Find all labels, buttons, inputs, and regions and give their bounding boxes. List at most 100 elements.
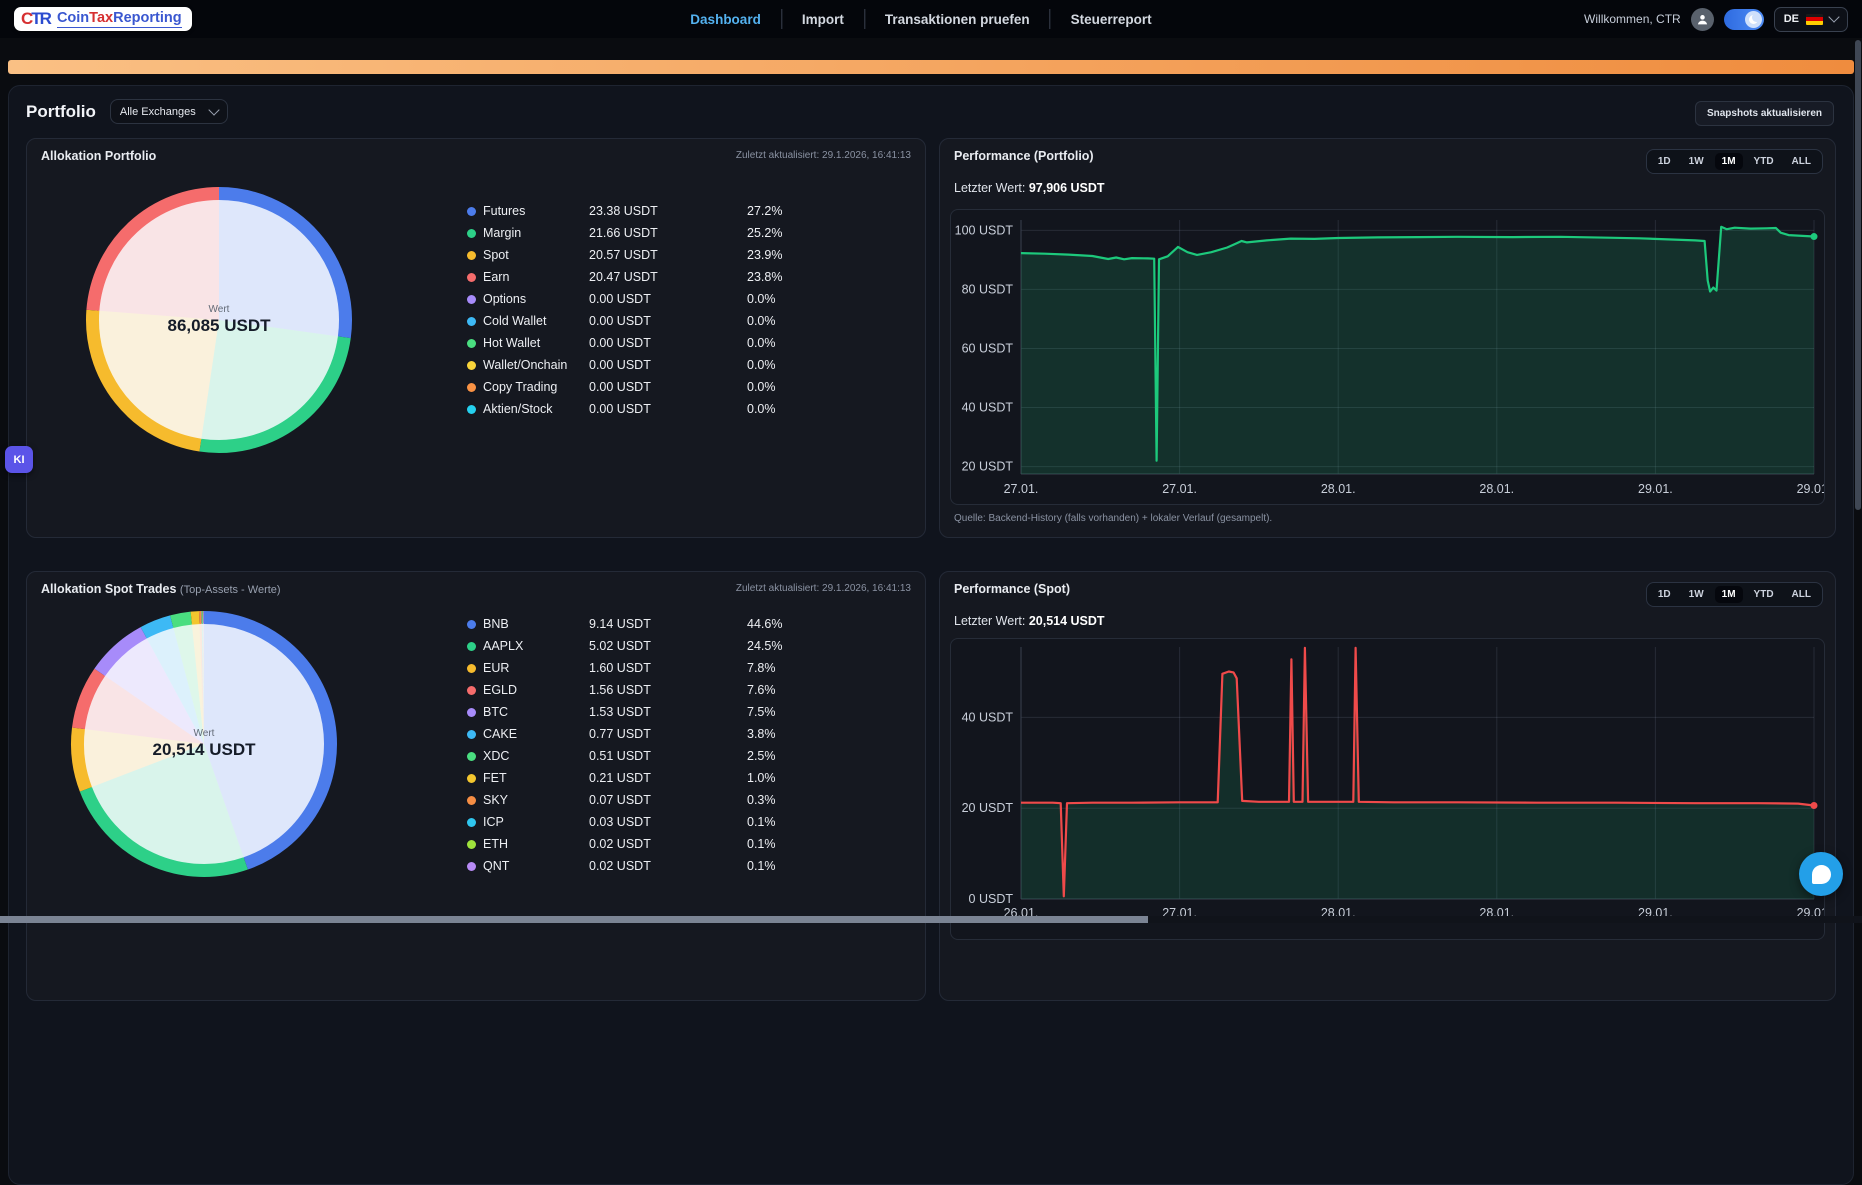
chat-widget-button[interactable]	[1799, 852, 1843, 896]
legend-row-cold-wallet: Cold Wallet0.00 USDT0.0%	[467, 310, 799, 332]
x-tick-label: 28.01.	[1479, 482, 1514, 496]
line-chart-svg: 26.01.27.01.28.01.28.01.29.01.29.01.0 US…	[951, 639, 1825, 939]
nav-item-transaktionen-pruefen[interactable]: Transaktionen pruefen	[865, 12, 1050, 27]
nav-item-import[interactable]: Import	[782, 12, 864, 27]
chat-bubble-icon	[1812, 865, 1831, 884]
ki-assistant-button[interactable]: KI	[5, 446, 33, 473]
legend-label: Options	[483, 292, 589, 306]
dark-mode-toggle[interactable]	[1724, 9, 1764, 30]
range-button-1m[interactable]: 1M	[1715, 153, 1743, 170]
legend-row-qnt: QNT0.02 USDT0.1%	[467, 855, 799, 877]
area-fill	[1021, 648, 1814, 899]
last-value-label: Letzter Wert:	[954, 614, 1025, 628]
legend-value: 0.21 USDT	[589, 771, 747, 785]
nav-item-dashboard[interactable]: Dashboard	[670, 12, 781, 27]
legend-label: Margin	[483, 226, 589, 240]
legend-row-egld: EGLD1.56 USDT7.6%	[467, 679, 799, 701]
y-tick-label: 20 USDT	[962, 801, 1014, 815]
legend-value: 9.14 USDT	[589, 617, 747, 631]
last-value-amount: 20,514 USDT	[1029, 614, 1105, 628]
range-button-1d[interactable]: 1D	[1651, 153, 1678, 170]
legend-percent: 7.6%	[747, 683, 799, 697]
legend-percent: 23.9%	[747, 248, 799, 262]
legend-value: 20.47 USDT	[589, 270, 747, 284]
legend-percent: 0.0%	[747, 292, 799, 306]
welcome-text: Willkommen, CTR	[1584, 12, 1681, 26]
legend-color-dot	[467, 317, 476, 326]
card-header: Allokation Portfolio Zuletzt aktualisier…	[41, 149, 911, 163]
legend-color-dot	[467, 730, 476, 739]
legend-percent: 23.8%	[747, 270, 799, 284]
allocation-portfolio-card: Allokation Portfolio Zuletzt aktualisier…	[26, 138, 926, 538]
legend-percent: 0.0%	[747, 358, 799, 372]
legend-color-dot	[467, 273, 476, 282]
legend-row-bnb: BNB9.14 USDT44.6%	[467, 613, 799, 635]
legend-label: EUR	[483, 661, 589, 675]
legend-value: 0.02 USDT	[589, 837, 747, 851]
legend-row-sky: SKY0.07 USDT0.3%	[467, 789, 799, 811]
legend-value: 1.56 USDT	[589, 683, 747, 697]
x-tick-label: 29.01.	[1797, 482, 1825, 496]
language-selector[interactable]: DE	[1774, 7, 1848, 32]
legend-row-hot-wallet: Hot Wallet0.00 USDT0.0%	[467, 332, 799, 354]
user-avatar[interactable]	[1691, 8, 1714, 31]
donut-ring-xdc	[172, 618, 192, 622]
portfolio-toolbar: Portfolio Alle Exchanges	[26, 99, 228, 124]
nav-item-steuerreport[interactable]: Steuerreport	[1051, 12, 1172, 27]
y-tick-label: 40 USDT	[962, 710, 1014, 724]
legend-value: 0.00 USDT	[589, 292, 747, 306]
spot-line-chart: 26.01.27.01.28.01.28.01.29.01.29.01.0 US…	[950, 638, 1825, 940]
last-value-line: Letzter Wert: 97,906 USDT	[954, 181, 1105, 195]
range-button-1w[interactable]: 1W	[1682, 153, 1711, 170]
legend-percent: 7.5%	[747, 705, 799, 719]
portfolio-line-chart: 27.01.27.01.28.01.28.01.29.01.29.01.20 U…	[950, 209, 1825, 505]
legend-color-dot	[467, 642, 476, 651]
legend-color-dot	[467, 796, 476, 805]
range-button-all[interactable]: ALL	[1785, 586, 1818, 603]
card-title: Allokation Spot Trades (Top-Assets - Wer…	[41, 582, 281, 596]
horizontal-scrollbar[interactable]	[0, 916, 1148, 923]
legend-percent: 0.0%	[747, 402, 799, 416]
last-value-line: Letzter Wert: 20,514 USDT	[954, 614, 1105, 628]
performance-spot-card: Performance (Spot) 1D1W1MYTDALL Letzter …	[939, 571, 1836, 1001]
legend-value: 5.02 USDT	[589, 639, 747, 653]
legend-value: 0.07 USDT	[589, 793, 747, 807]
app-logo[interactable]: CTR CoinTaxReporting	[14, 7, 192, 32]
y-tick-label: 100 USDT	[955, 223, 1014, 237]
y-tick-label: 20 USDT	[962, 460, 1014, 474]
legend-label: QNT	[483, 859, 589, 873]
donut-sector-margin	[201, 320, 338, 440]
legend-value: 20.57 USDT	[589, 248, 747, 262]
legend-color-dot	[467, 229, 476, 238]
card-title: Performance (Spot)	[954, 582, 1070, 596]
range-button-ytd[interactable]: YTD	[1747, 153, 1781, 170]
legend-row-margin: Margin21.66 USDT25.2%	[467, 222, 799, 244]
legend-value: 0.03 USDT	[589, 815, 747, 829]
legend-label: ICP	[483, 815, 589, 829]
range-button-1m[interactable]: 1M	[1715, 586, 1743, 603]
legend-label: Hot Wallet	[483, 336, 589, 350]
legend-label: ETH	[483, 837, 589, 851]
portfolio-panel: Portfolio Alle Exchanges Snapshots aktua…	[8, 85, 1854, 1185]
legend-color-dot	[467, 251, 476, 260]
range-button-1d[interactable]: 1D	[1651, 586, 1678, 603]
range-button-ytd[interactable]: YTD	[1747, 586, 1781, 603]
vertical-scrollbar[interactable]	[1855, 40, 1861, 510]
exchange-filter-select[interactable]: Alle Exchanges	[110, 99, 228, 124]
range-button-1w[interactable]: 1W	[1682, 586, 1711, 603]
legend-label: BTC	[483, 705, 589, 719]
exchange-filter-value: Alle Exchanges	[120, 106, 196, 118]
legend-color-dot	[467, 405, 476, 414]
legend-value: 23.38 USDT	[589, 204, 747, 218]
toggle-knob	[1745, 11, 1762, 28]
area-fill	[1021, 227, 1814, 474]
legend-label: Futures	[483, 204, 589, 218]
legend-percent: 0.1%	[747, 859, 799, 873]
header-right: Willkommen, CTR DE	[1584, 7, 1848, 32]
legend-row-copy-trading: Copy Trading0.00 USDT0.0%	[467, 376, 799, 398]
legend-row-xdc: XDC0.51 USDT2.5%	[467, 745, 799, 767]
accent-gradient-bar	[8, 60, 1854, 74]
range-button-all[interactable]: ALL	[1785, 153, 1818, 170]
legend-label: CAKE	[483, 727, 589, 741]
refresh-snapshots-button[interactable]: Snapshots aktualisieren	[1695, 101, 1834, 126]
